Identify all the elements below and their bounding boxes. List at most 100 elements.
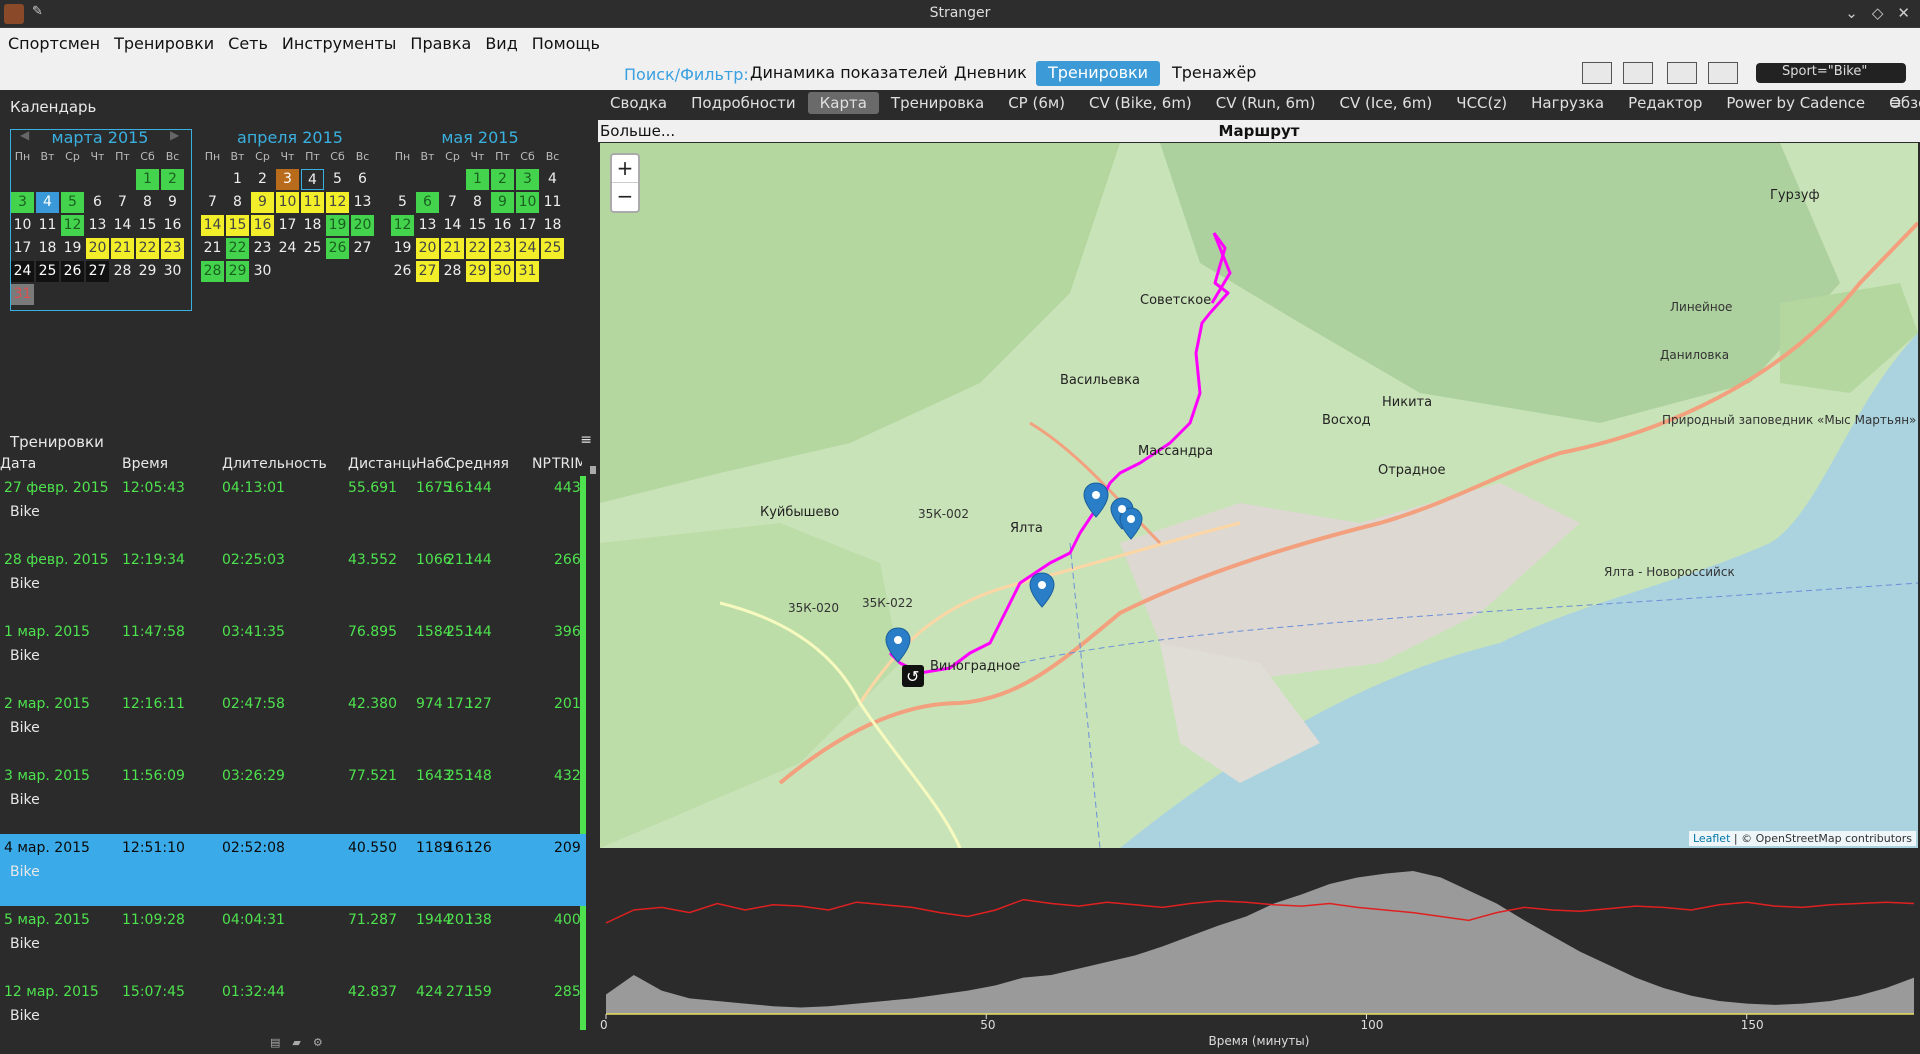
scrollbar[interactable] <box>590 466 596 474</box>
calendar-day[interactable]: 17 <box>11 238 34 259</box>
calendar-day[interactable]: 13 <box>351 192 374 213</box>
calendar-day[interactable]: 12 <box>326 192 349 213</box>
calendar-day[interactable]: 30 <box>251 261 274 282</box>
calendar-day[interactable]: 15 <box>466 215 489 236</box>
calendar-day[interactable]: 4 <box>541 169 564 190</box>
column-header[interactable]: Время <box>122 456 212 472</box>
table-row[interactable]: 28 февр. 2015 12:19:34 02:25:03 43.552 1066 2… <box>0 546 586 618</box>
calendar-day[interactable]: 15 <box>136 215 159 236</box>
calendar-day[interactable]: 8 <box>226 192 249 213</box>
calendar-day[interactable]: 7 <box>111 192 134 213</box>
mode-train[interactable]: Тренажёр <box>1160 61 1268 86</box>
calendar-icon[interactable]: ▤ <box>270 1036 280 1049</box>
calendar-day[interactable]: 18 <box>301 215 324 236</box>
calendar-day[interactable]: 2 <box>161 169 184 190</box>
calendar-day[interactable]: 15 <box>226 215 249 236</box>
calendar-day[interactable]: 2 <box>491 169 514 190</box>
calendar-day[interactable]: 12 <box>61 215 84 236</box>
layout-tiled-button[interactable] <box>1708 62 1738 84</box>
column-header[interactable]: Средняя <box>446 456 532 472</box>
calendar-day[interactable]: 10 <box>11 215 34 236</box>
calendar-day[interactable]: 1 <box>136 169 159 190</box>
calendar-day[interactable]: 5 <box>391 192 414 213</box>
tab-10[interactable]: Редактор <box>1616 92 1714 114</box>
mode-trends[interactable]: Динамика показателей <box>738 61 960 86</box>
tab-11[interactable]: Power by Cadence <box>1714 92 1877 114</box>
calendar-day[interactable]: 29 <box>136 261 159 282</box>
calendar-day[interactable]: 26 <box>326 238 349 259</box>
calendar-day[interactable]: 30 <box>491 261 514 282</box>
calendar-day[interactable]: 19 <box>61 238 84 259</box>
calendar-day[interactable]: 28 <box>201 261 224 282</box>
calendar-day[interactable]: 8 <box>466 192 489 213</box>
month-title[interactable]: апреля 2015 <box>200 128 380 148</box>
layout-tabbed-button[interactable] <box>1667 62 1697 84</box>
calendar-day[interactable]: 13 <box>86 215 109 236</box>
calendar-day[interactable]: 20 <box>351 215 374 236</box>
calendar-day[interactable]: 16 <box>491 215 514 236</box>
column-header[interactable]: TRIMP <box>552 456 582 472</box>
calendar-day[interactable]: 25 <box>36 261 59 282</box>
calendar-day[interactable]: 24 <box>516 238 539 259</box>
calendar-day[interactable]: 5 <box>61 192 84 213</box>
calendar-day[interactable]: 3 <box>276 169 299 190</box>
calendar-day[interactable]: 24 <box>11 261 34 282</box>
calendar-day[interactable]: 31 <box>11 284 34 305</box>
calendar-day[interactable]: 12 <box>391 215 414 236</box>
calendar-day[interactable]: 22 <box>466 238 489 259</box>
mode-activities[interactable]: Тренировки <box>1036 61 1161 86</box>
folder-icon[interactable]: ▰ <box>292 1036 300 1049</box>
search-filter-label[interactable]: Поиск/Фильтр: <box>624 65 749 84</box>
zoom-in-button[interactable]: + <box>612 155 638 183</box>
calendar-day[interactable]: 6 <box>351 169 374 190</box>
tab-7[interactable]: CV (Ice, 6m) <box>1327 92 1444 114</box>
calendar-day[interactable]: 14 <box>111 215 134 236</box>
table-row[interactable]: 27 февр. 2015 12:05:43 04:13:01 55.691 1675 1… <box>0 474 586 546</box>
maximize-icon[interactable]: ◇ <box>1872 4 1884 22</box>
calendar-day[interactable]: 14 <box>441 215 464 236</box>
column-header[interactable]: Дистанция <box>348 456 416 472</box>
calendar-day[interactable]: 16 <box>161 215 184 236</box>
calendar-day[interactable]: 1 <box>466 169 489 190</box>
month-title[interactable]: марта 2015 <box>10 128 190 148</box>
table-row[interactable]: 3 мар. 2015 11:56:09 03:26:29 77.521 1643 25.… <box>0 762 586 834</box>
calendar-day[interactable]: 18 <box>541 215 564 236</box>
calendar-day[interactable]: 30 <box>161 261 184 282</box>
tab-5[interactable]: CV (Bike, 6m) <box>1077 92 1204 114</box>
calendar-day[interactable]: 16 <box>251 215 274 236</box>
calendar-day[interactable]: 26 <box>61 261 84 282</box>
tabs-menu-icon[interactable]: ≡ <box>1877 92 1914 114</box>
calendar-day[interactable]: 29 <box>226 261 249 282</box>
calendar-day[interactable]: 7 <box>441 192 464 213</box>
calendar-day[interactable]: 4 <box>36 192 59 213</box>
map-view[interactable]: ↺ + − Гурзуф Советское Васильевка Никита Вос… <box>600 143 1918 848</box>
calendar-day[interactable]: 27 <box>351 238 374 259</box>
column-header[interactable]: Дата <box>0 456 110 472</box>
calendar-day[interactable]: 21 <box>111 238 134 259</box>
calendar-day[interactable]: 5 <box>326 169 349 190</box>
calendar-day[interactable]: 3 <box>516 169 539 190</box>
calendar-day[interactable]: 19 <box>326 215 349 236</box>
tab-3[interactable]: Тренировка <box>879 92 996 114</box>
calendar-day[interactable]: 10 <box>516 192 539 213</box>
tab-0[interactable]: Сводка <box>598 92 679 114</box>
calendar-day[interactable]: 29 <box>466 261 489 282</box>
filter-input[interactable]: Sport="Bike" <box>1756 63 1906 83</box>
next-month-icon[interactable]: ▶ <box>170 128 179 142</box>
settings-icon[interactable]: ⚙ <box>313 1036 323 1049</box>
menu-item-2[interactable]: Сеть <box>228 34 268 53</box>
menu-item-3[interactable]: Инструменты <box>282 34 397 53</box>
calendar-day[interactable]: 11 <box>541 192 564 213</box>
calendar-day[interactable]: 3 <box>11 192 34 213</box>
menu-item-6[interactable]: Помощь <box>532 34 600 53</box>
table-row[interactable]: 5 мар. 2015 11:09:28 04:04:31 71.287 1944 20.… <box>0 906 586 978</box>
calendar-day[interactable]: 21 <box>201 238 224 259</box>
calendar-day[interactable]: 22 <box>226 238 249 259</box>
calendar-day[interactable]: 25 <box>301 238 324 259</box>
leaflet-link[interactable]: Leaflet <box>1693 832 1730 845</box>
calendar-day[interactable]: 23 <box>251 238 274 259</box>
zoom-out-button[interactable]: − <box>612 183 638 211</box>
calendar-day[interactable]: 7 <box>201 192 224 213</box>
calendar-day[interactable]: 8 <box>136 192 159 213</box>
calendar-day[interactable]: 23 <box>491 238 514 259</box>
